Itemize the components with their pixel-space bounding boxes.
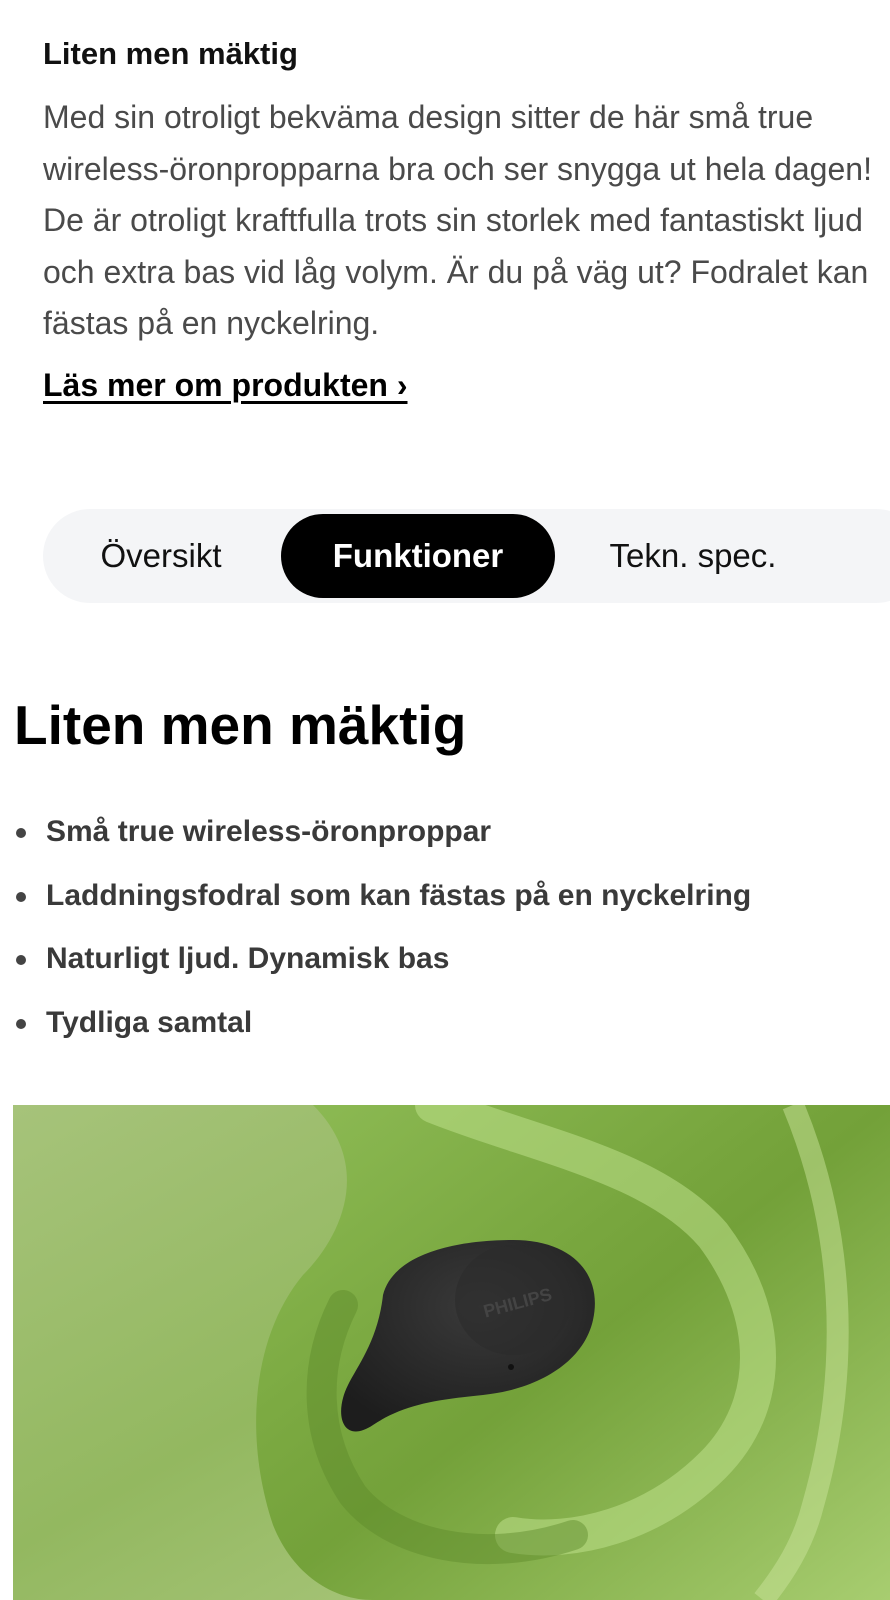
intro-title: Liten men mäktig: [43, 36, 298, 71]
read-more-link[interactable]: Läs mer om produkten ›: [43, 367, 408, 404]
tab-overview[interactable]: Översikt: [51, 514, 271, 598]
earbud-in-ear-illustration: PHILIPS: [13, 1105, 890, 1600]
intro-description: Med sin otroligt bekväma design sitter d…: [43, 99, 872, 341]
feature-list: Små true wireless-öronproppar Laddningsf…: [14, 800, 751, 1054]
feature-item: Naturligt ljud. Dynamisk bas: [14, 927, 751, 991]
feature-item: Små true wireless-öronproppar: [14, 800, 751, 864]
tab-features[interactable]: Funktioner: [281, 514, 555, 598]
product-tabs: Översikt Funktioner Tekn. spec.: [43, 509, 890, 603]
feature-item: Tydliga samtal: [14, 991, 751, 1055]
tab-specs[interactable]: Tekn. spec.: [573, 514, 813, 598]
product-hero-image: PHILIPS: [13, 1105, 890, 1600]
features-title: Liten men mäktig: [14, 694, 467, 756]
product-intro: Liten men mäktig Med sin otroligt bekväm…: [43, 34, 873, 404]
feature-item: Laddningsfodral som kan fästas på en nyc…: [14, 864, 751, 928]
